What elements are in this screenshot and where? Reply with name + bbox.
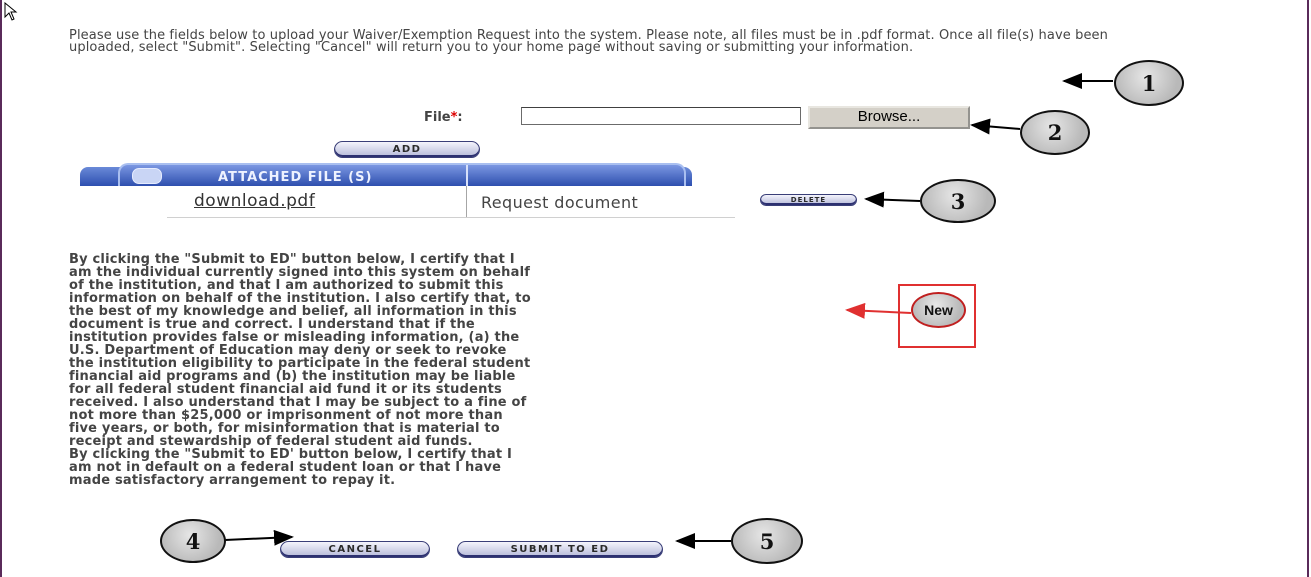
callout-arrow-3 bbox=[864, 191, 921, 208]
callout-4: 4 bbox=[160, 519, 226, 563]
callout-arrow-2 bbox=[970, 118, 1021, 135]
callout-arrow-4 bbox=[224, 529, 294, 546]
callout-2: 2 bbox=[1020, 110, 1090, 155]
callout-5: 5 bbox=[731, 518, 803, 564]
callout-3: 3 bbox=[920, 179, 996, 223]
new-callout: New bbox=[911, 292, 966, 328]
callout-1: 1 bbox=[1114, 60, 1184, 106]
